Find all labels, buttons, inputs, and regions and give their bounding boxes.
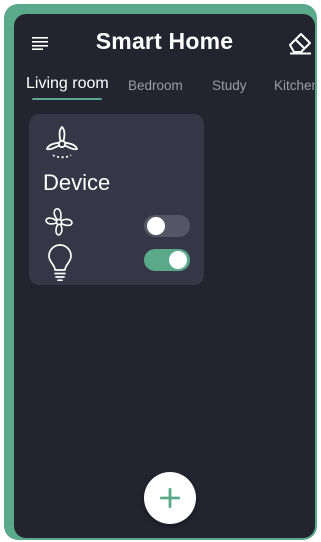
tab-kitchen[interactable]: Kitchen [274, 78, 315, 93]
fan-icon [45, 208, 73, 236]
room-tabs: Living room Bedroom Study Kitchen [14, 70, 315, 104]
tab-living-room[interactable]: Living room [26, 75, 109, 93]
card-title: Device [43, 170, 111, 195]
light-bulb-icon [48, 244, 72, 282]
header: Smart Home [14, 14, 315, 70]
toggle-knob [147, 217, 165, 235]
page-title: Smart Home [95, 28, 234, 54]
eraser-icon[interactable] [286, 29, 314, 55]
light-toggle[interactable] [144, 249, 190, 271]
app-frame: Smart Home Living room Bedroom Study Kit… [4, 4, 317, 540]
toggle-knob [169, 251, 187, 269]
device-card[interactable]: Device [29, 114, 204, 285]
fan-toggle[interactable] [144, 215, 190, 237]
ceiling-fan-icon [46, 126, 78, 159]
tab-bedroom[interactable]: Bedroom [128, 78, 183, 93]
tab-study[interactable]: Study [212, 78, 247, 93]
active-tab-indicator [32, 98, 102, 100]
add-device-button[interactable] [144, 472, 196, 524]
app-screen: Smart Home Living room Bedroom Study Kit… [14, 14, 315, 538]
plus-icon [160, 488, 180, 508]
